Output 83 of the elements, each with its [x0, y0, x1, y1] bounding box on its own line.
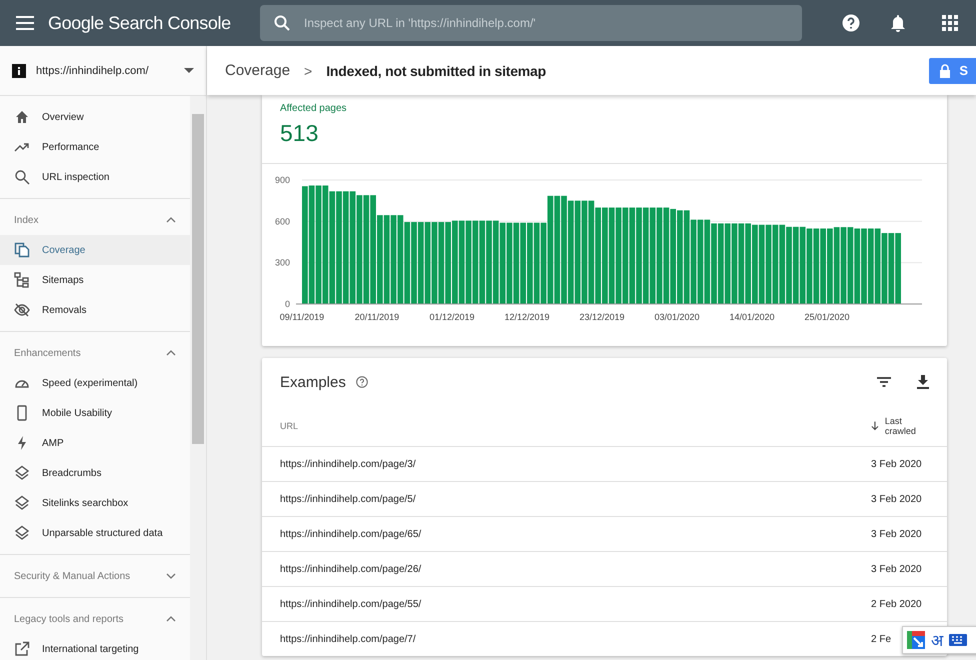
- nav-item[interactable]: Speed (experimental): [0, 368, 190, 398]
- nav-item[interactable]: Breadcrumbs: [0, 458, 190, 488]
- table-cell[interactable]: https://inhindihelp.com/page/7/: [280, 634, 416, 644]
- page-title: Indexed, not submitted in sitemap: [326, 62, 546, 78]
- sort-arrow-icon: [871, 421, 879, 431]
- y-tick-label: 600: [274, 216, 290, 226]
- column-header[interactable]: URL: [280, 421, 298, 431]
- section-header[interactable]: Enhancements: [0, 338, 190, 368]
- bell-icon[interactable]: [890, 14, 906, 32]
- download-icon[interactable]: [917, 375, 929, 389]
- chevron-up-icon: [166, 616, 176, 622]
- input-tools-logo-icon[interactable]: [907, 631, 925, 649]
- card-title: Examples: [280, 374, 346, 390]
- table-cell: 2 Feb 2020: [871, 598, 922, 610]
- tree-icon: [14, 272, 30, 288]
- table-cell[interactable]: https://inhindihelp.com/page/3/: [280, 458, 416, 470]
- filter-icon[interactable]: [877, 377, 891, 387]
- dropdown-icon: [184, 68, 194, 73]
- nav-item[interactable]: Removals: [0, 295, 190, 325]
- share-button[interactable]: S: [929, 58, 976, 84]
- layers-icon: [14, 465, 30, 481]
- search-field[interactable]: Inspect any URL in 'https://inhindihelp.com/': [260, 5, 802, 41]
- section-header[interactable]: Index: [0, 205, 190, 235]
- chevron-down-icon: [166, 573, 176, 579]
- table-cell: 3 Feb 2020: [871, 458, 922, 470]
- nav-item[interactable]: Unparsable structured data: [0, 518, 190, 548]
- product-name: Google Search Console: [48, 12, 232, 34]
- column-header[interactable]: Last crawled: [871, 416, 929, 436]
- nav-item[interactable]: Sitelinks searchbox: [0, 488, 190, 518]
- x-tick-label: 23/12/2019: [579, 312, 625, 322]
- x-tick-label: 01/12/2019: [429, 312, 475, 322]
- nav-item[interactable]: International targeting: [0, 634, 190, 660]
- apps-grid-icon[interactable]: [942, 15, 958, 31]
- breadcrumb-separator: >: [304, 62, 312, 78]
- scrollbar[interactable]: [190, 96, 206, 660]
- external-icon: [14, 641, 30, 657]
- x-tick-label: 20/11/2019: [354, 312, 400, 322]
- site-favicon-icon: [12, 64, 26, 78]
- script-toggle[interactable]: अ: [931, 629, 943, 651]
- table-cell: 3 Feb 2020: [871, 528, 922, 540]
- y-tick-label: 0: [284, 299, 290, 309]
- property-selector[interactable]: https://inhindihelp.com/: [0, 46, 206, 96]
- metric-label: Affected pages: [280, 103, 348, 114]
- table-cell: 3 Feb 2020: [871, 494, 922, 504]
- help-icon[interactable]: [356, 376, 368, 388]
- search-icon: [274, 15, 290, 31]
- help-icon[interactable]: [842, 14, 860, 32]
- nav-item[interactable]: Coverage: [0, 235, 190, 265]
- layers-icon: [14, 525, 30, 541]
- nav-item[interactable]: Performance: [0, 132, 190, 162]
- chevron-up-icon: [166, 217, 176, 223]
- nav-item[interactable]: Overview: [0, 102, 190, 132]
- y-tick-label: 300: [274, 258, 290, 268]
- table-cell[interactable]: https://inhindihelp.com/page/26/: [280, 564, 422, 574]
- lock-icon: [939, 64, 952, 78]
- menu-icon[interactable]: [16, 16, 34, 30]
- table-cell[interactable]: https://inhindihelp.com/page/5/: [280, 494, 416, 504]
- breadcrumb-link[interactable]: Coverage: [225, 62, 290, 79]
- x-tick-label: 03/01/2020: [654, 312, 700, 322]
- section-header[interactable]: Security & Manual Actions: [0, 561, 190, 591]
- home-icon: [14, 109, 30, 125]
- metric-value: 513: [280, 120, 320, 147]
- chevron-up-icon: [166, 350, 176, 356]
- table-cell: 2 Fe: [871, 634, 892, 644]
- table-cell[interactable]: https://inhindihelp.com/page/65/: [280, 528, 422, 540]
- table-cell: 3 Feb 2020: [871, 564, 922, 574]
- x-tick-label: 09/11/2019: [280, 312, 324, 322]
- search-input[interactable]: Inspect any URL in 'https://inhindihelp.com/': [302, 15, 788, 31]
- x-tick-label: 12/12/2019: [504, 312, 550, 322]
- pages-icon: [14, 242, 30, 258]
- search-icon: [14, 169, 30, 185]
- keyboard-icon[interactable]: [949, 634, 967, 646]
- nav-item[interactable]: Sitemaps: [0, 265, 190, 295]
- table-cell[interactable]: https://inhindihelp.com/page/55/: [280, 598, 422, 610]
- nav-item[interactable]: URL inspection: [0, 162, 190, 192]
- y-tick-label: 900: [274, 175, 290, 185]
- x-tick-label: 25/01/2020: [804, 312, 850, 322]
- eye-off-icon: [14, 302, 30, 318]
- nav-item[interactable]: AMP: [0, 428, 190, 458]
- x-tick-label: 14/01/2020: [729, 312, 775, 322]
- layers-icon: [14, 495, 30, 511]
- nav-item[interactable]: Mobile Usability: [0, 398, 190, 428]
- section-header[interactable]: Legacy tools and reports: [0, 604, 190, 634]
